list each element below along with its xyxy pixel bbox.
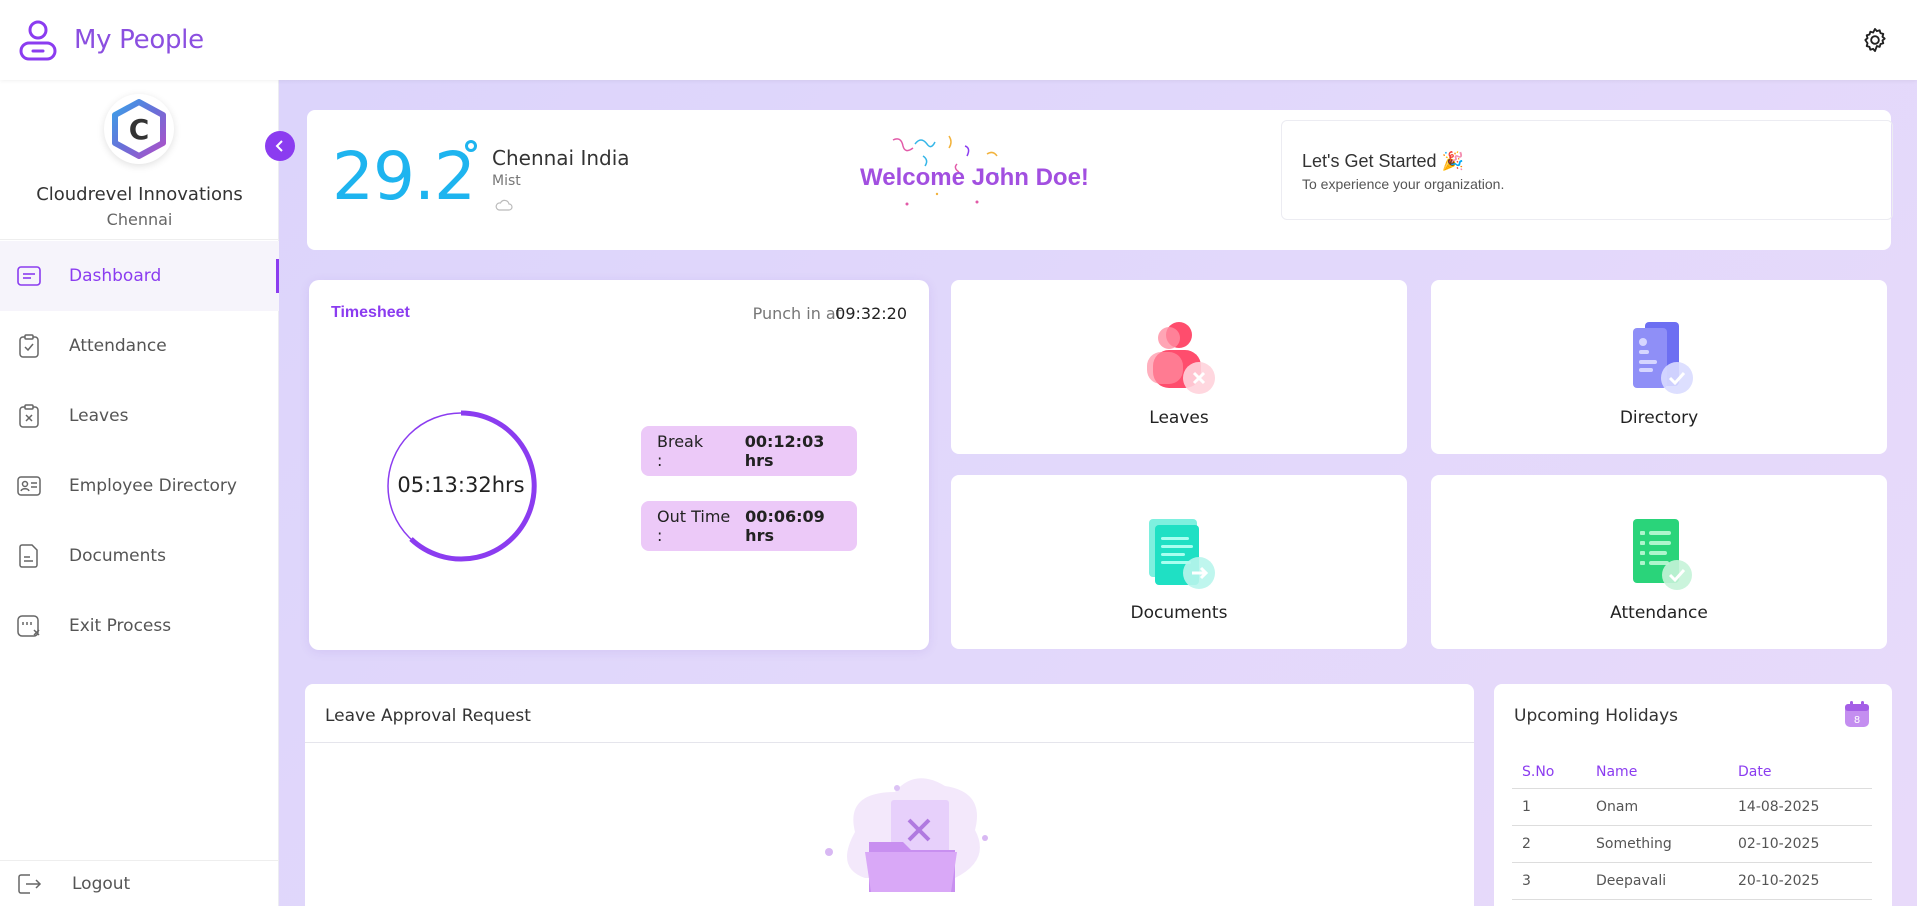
calendar-badge-number: 8 (1854, 715, 1860, 726)
sidebar-item-dashboard[interactable]: Dashboard (0, 241, 279, 311)
out-time-value: 00:06:09 hrs (745, 507, 825, 545)
documents-illustration-icon (1149, 519, 1215, 589)
tile-label: Documents (1130, 603, 1228, 623)
column-header: S.No (1512, 756, 1586, 789)
table-row: 3 Deepavali 20-10-2025 (1512, 862, 1872, 900)
holiday-sno: 1 (1512, 788, 1586, 826)
directory-illustration-icon (1633, 322, 1693, 394)
out-time-label: Out Time : (657, 507, 731, 545)
weather-city: Chennai India (492, 146, 630, 170)
logout-label: Logout (72, 873, 131, 894)
org-logo-letter: C (129, 113, 150, 146)
table-row: 1 Onam 14-08-2025 (1512, 788, 1872, 826)
main-content: 29.2 Chennai India Mist Welcome John Doe… (279, 80, 1917, 906)
card-divider (305, 742, 1474, 743)
org-city: Chennai (106, 210, 173, 229)
org-name: Cloudrevel Innovations (36, 184, 243, 205)
tile-label: Attendance (1610, 603, 1708, 623)
app-title: My People (74, 25, 204, 55)
get-started-panel: Let's Get Started 🎉 To experience your o… (1281, 120, 1893, 220)
holiday-name: Deepavali (1586, 862, 1728, 900)
get-started-subtitle: To experience your organization. (1302, 176, 1505, 192)
holiday-sno: 3 (1512, 862, 1586, 900)
clipboard-x-icon (19, 404, 39, 428)
sidebar-item-label: Exit Process (69, 616, 172, 636)
sidebar-item-label: Attendance (69, 336, 167, 356)
sidebar-item-employee-directory[interactable]: Employee Directory (0, 451, 279, 521)
welcome-card: 29.2 Chennai India Mist Welcome John Doe… (307, 110, 1893, 250)
empty-folder-illustration (825, 778, 988, 892)
sidebar-item-exit-process[interactable]: Exit Process (0, 591, 279, 661)
org-logo-icon: C (112, 99, 166, 159)
column-header: Date (1728, 756, 1872, 789)
holiday-date: 02-10-2025 (1728, 825, 1872, 863)
sidebar-item-label: Dashboard (69, 266, 162, 286)
holiday-sno: 2 (1512, 825, 1586, 863)
holiday-date: 20-10-2025 (1728, 862, 1872, 900)
tile-label: Leaves (1149, 408, 1209, 428)
sidebar-item-attendance[interactable]: Attendance (0, 311, 279, 381)
holidays-table: S.No Name Date 1 Onam 14-08-2025 2 Somet… (1512, 756, 1872, 900)
sidebar-item-label: Documents (69, 546, 166, 566)
clipboard-check-icon (19, 334, 39, 358)
calendar-icon[interactable]: 8 (1844, 700, 1870, 728)
org-logo: C (104, 94, 174, 164)
sidebar-item-label: Employee Directory (69, 476, 237, 496)
sidebar-nav: Dashboard Attendance Leaves Employee Dir… (0, 241, 279, 661)
welcome-message: Welcome John Doe! (860, 164, 1089, 191)
upcoming-holidays-card: Upcoming Holidays 8 S.No Name Date 1 Ona… (1494, 684, 1892, 906)
id-card-icon (17, 476, 41, 496)
table-row: 2 Something 02-10-2025 (1512, 825, 1872, 863)
top-bar: My People (0, 0, 1917, 80)
sidebar-item-leaves[interactable]: Leaves (0, 381, 279, 451)
sidebar-item-documents[interactable]: Documents (0, 521, 279, 591)
punch-in-label: Punch in at (752, 304, 842, 323)
holiday-date: 14-08-2025 (1728, 788, 1872, 826)
cloud-icon (495, 199, 513, 211)
sidebar: C Cloudrevel Innovations Chennai Dashboa… (0, 80, 279, 906)
exit-process-icon (17, 615, 40, 637)
break-time-pill: Break : 00:12:03 hrs (641, 426, 857, 476)
gear-icon[interactable] (1861, 26, 1889, 54)
degree-symbol (465, 140, 477, 152)
sidebar-item-label: Leaves (69, 406, 129, 426)
document-icon (19, 544, 38, 568)
weather-description: Mist (492, 173, 521, 189)
upcoming-holidays-title: Upcoming Holidays (1514, 706, 1678, 726)
tile-leaves[interactable]: Leaves (951, 280, 1407, 454)
sidebar-divider (0, 239, 279, 240)
out-time-pill: Out Time : 00:06:09 hrs (641, 501, 857, 551)
logout-icon (18, 873, 42, 894)
punch-in-time: 09:32:20 (835, 304, 907, 323)
table-header-row: S.No Name Date (1512, 756, 1872, 789)
logout-button[interactable]: Logout (0, 860, 279, 906)
leave-approval-card: Leave Approval Request (305, 684, 1474, 906)
tile-attendance[interactable]: Attendance (1431, 475, 1887, 649)
holiday-name: Something (1586, 825, 1728, 863)
temperature-value: 29.2 (332, 138, 476, 215)
chevron-left-icon (275, 140, 283, 152)
elapsed-time: 05:13:32hrs (397, 473, 525, 497)
timesheet-title: Timesheet (331, 304, 410, 321)
leave-approval-title: Leave Approval Request (325, 706, 531, 726)
timesheet-card: Timesheet Punch in at 09:32:20 05:13:32h… (309, 280, 929, 650)
break-value: 00:12:03 hrs (744, 432, 825, 470)
tile-documents[interactable]: Documents (951, 475, 1407, 649)
column-header: Name (1586, 756, 1728, 789)
attendance-illustration-icon (1633, 519, 1692, 590)
sidebar-collapse-button[interactable] (265, 131, 295, 161)
leaves-illustration-icon (1147, 322, 1215, 394)
person-icon (19, 20, 57, 61)
break-label: Break : (657, 432, 704, 470)
tile-label: Directory (1619, 408, 1699, 428)
get-started-title: Let's Get Started 🎉 (1302, 151, 1464, 171)
holiday-name: Onam (1586, 788, 1728, 826)
dashboard-icon (17, 266, 41, 286)
tile-directory[interactable]: Directory (1431, 280, 1887, 454)
